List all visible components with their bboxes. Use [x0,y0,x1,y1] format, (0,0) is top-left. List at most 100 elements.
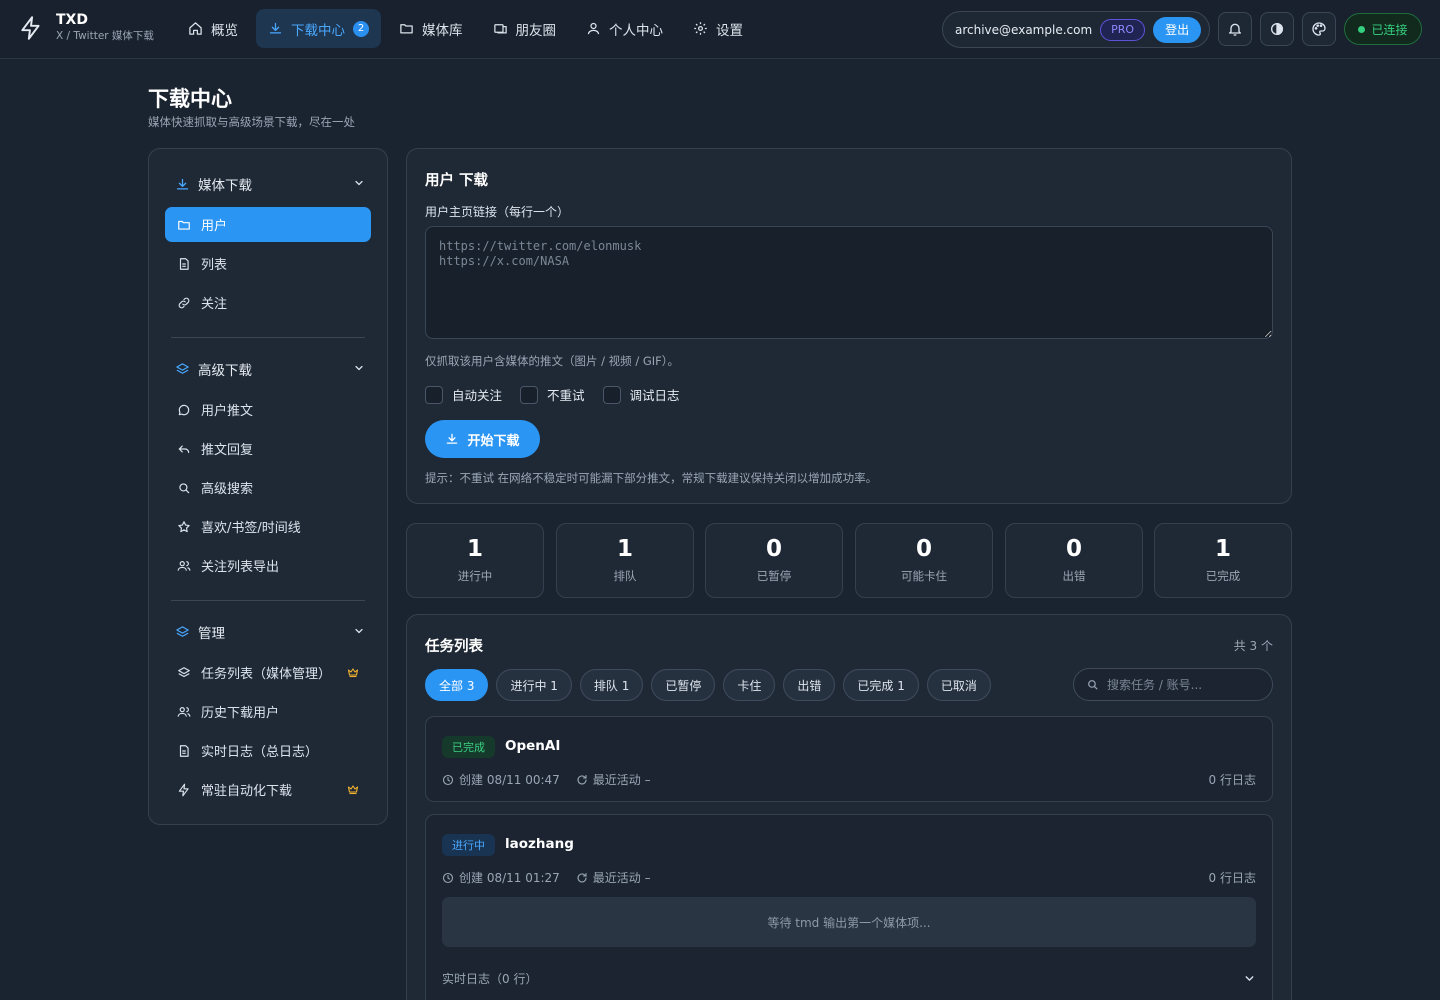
stat-running[interactable]: 1 进行中 [406,523,544,598]
chevron-down-icon [353,177,365,189]
task-item[interactable]: 已完成 OpenAI 创建 08/11 00:47 最近活动 – 0 行日志 [425,716,1273,802]
notifications-button[interactable] [1218,12,1252,46]
nav-count-badge: 2 [353,20,369,37]
user-icon [586,21,601,36]
filter-running[interactable]: 进行中 1 [496,669,572,701]
download-options: 自动关注 不重试 调试日志 [425,385,680,404]
sidebar-item-tweet-replies[interactable]: 推文回复 [165,431,371,466]
refresh-icon [576,872,588,884]
sidebar-group-media-download[interactable]: 媒体下载 [165,167,371,201]
page-subtitle: 媒体快速抓取与高级场景下载，尽在一处 [148,115,355,129]
account-email: archive@example.com [955,22,1093,37]
layers-icon [177,666,191,680]
filter-queued[interactable]: 排队 1 [579,669,644,701]
stat-value: 0 [765,536,782,562]
nav-item-label: 个人中心 [609,22,663,39]
layers-icon [175,362,190,377]
brand-name: TXD [56,12,88,28]
reply-icon [177,442,191,456]
stat-label: 可能卡住 [901,569,947,583]
sidebar-item-advanced-search[interactable]: 高级搜索 [165,470,371,505]
sidebar-divider [171,600,365,601]
search-icon [177,481,191,495]
filter-all[interactable]: 全部 3 [425,669,489,701]
sidebar-item-likes-bookmarks[interactable]: 喜欢/书签/时间线 [165,509,371,544]
nav-item-settings[interactable]: 设置 [681,9,755,48]
sidebar-item-label: 喜欢/书签/时间线 [201,521,301,536]
sidebar-group-management[interactable]: 管理 [165,615,371,649]
pro-badge: PRO [1100,18,1146,41]
checkbox-box[interactable] [520,385,539,404]
download-icon [445,432,459,446]
nav-item-label: 下载中心 [291,22,345,39]
palette-button[interactable] [1302,12,1336,46]
profile-links-input[interactable] [425,226,1273,339]
bell-icon [1227,21,1243,37]
filter-completed[interactable]: 已完成 1 [843,669,919,701]
connection-status: 已连接 [1344,13,1422,45]
filter-paused[interactable]: 已暂停 [651,669,716,701]
media-waiting-placeholder: 等待 tmd 输出第一个媒体项... [442,897,1256,947]
nav-item-download-center[interactable]: 下载中心 2 [256,9,381,48]
sidebar-item-task-list[interactable]: 任务列表（媒体管理） [165,655,371,690]
sidebar-divider [171,337,365,338]
users-icon [177,705,191,719]
sidebar-item-label: 推文回复 [201,443,254,458]
task-log-count: 0 行日志 [1208,871,1256,885]
nav-item-overview[interactable]: 概览 [176,9,250,48]
filter-cancelled[interactable]: 已取消 [926,669,991,701]
nav-item-profile[interactable]: 个人中心 [574,9,675,48]
task-activity-text: 最近活动 – [592,871,651,885]
status-badge: 已完成 [442,736,495,758]
sidebar-item-list[interactable]: 列表 [165,246,371,281]
stat-value: 1 [1214,536,1231,562]
nav-item-moments[interactable]: 朋友圈 [481,9,569,48]
sidebar-item-live-logs[interactable]: 实时日志（总日志） [165,733,371,768]
bolt-icon [177,783,191,797]
sidebar-item-auto-download[interactable]: 常驻自动化下载 [165,772,371,807]
live-log-toggle-label[interactable]: 实时日志（0 行） [442,970,537,987]
stat-label: 已完成 [1205,569,1241,583]
brand[interactable]: TXD X / Twitter 媒体下载 [18,12,154,44]
auto-follow-checkbox[interactable]: 自动关注 [425,385,502,404]
logout-button[interactable]: 登出 [1153,16,1202,43]
task-account-name: laozhang [505,836,574,852]
filter-error[interactable]: 出错 [783,669,836,701]
sidebar-item-history-users[interactable]: 历史下载用户 [165,694,371,729]
stat-label: 排队 [613,569,637,583]
sidebar-item-following[interactable]: 关注 [165,285,371,320]
sidebar-item-label: 用户 [201,219,228,234]
task-log-count: 0 行日志 [1208,773,1256,787]
theme-toggle-button[interactable] [1260,12,1294,46]
nav-item-media-library[interactable]: 媒体库 [387,9,475,48]
stat-label: 出错 [1062,569,1086,583]
task-item[interactable]: 进行中 laozhang 创建 08/11 01:27 最近活动 – 0 行日志… [425,814,1273,1000]
filter-stuck[interactable]: 卡住 [723,669,776,701]
document-icon [177,257,191,271]
stat-stuck[interactable]: 0 可能卡住 [855,523,993,598]
task-search-input[interactable] [1107,677,1267,692]
sidebar-item-following-export[interactable]: 关注列表导出 [165,548,371,583]
palette-icon [1311,21,1327,37]
checkbox-box[interactable] [602,385,621,404]
no-retry-checkbox[interactable]: 不重试 [520,385,585,404]
chevron-down-icon[interactable] [1243,972,1256,985]
sidebar-item-label: 高级搜索 [201,482,254,497]
brand-subtitle: X / Twitter 媒体下载 [56,30,154,42]
sidebar-item-label: 常驻自动化下载 [201,784,293,799]
sidebar-group-label: 管理 [198,626,225,642]
bolt-logo-icon [18,14,44,42]
sidebar-item-label: 用户推文 [201,404,254,419]
stat-completed[interactable]: 1 已完成 [1154,523,1292,598]
sidebar-group-advanced-download[interactable]: 高级下载 [165,352,371,386]
task-search[interactable] [1073,668,1273,701]
sidebar-item-user-tweets[interactable]: 用户推文 [165,392,371,427]
debug-log-checkbox[interactable]: 调试日志 [602,385,680,404]
card-title: 用户 下载 [425,173,489,189]
checkbox-box[interactable] [425,385,443,404]
stat-paused[interactable]: 0 已暂停 [705,523,843,598]
sidebar-item-user[interactable]: 用户 [165,207,371,242]
start-download-button[interactable]: 开始下载 [425,420,540,458]
stat-error[interactable]: 0 出错 [1005,523,1143,598]
stat-queued[interactable]: 1 排队 [556,523,694,598]
